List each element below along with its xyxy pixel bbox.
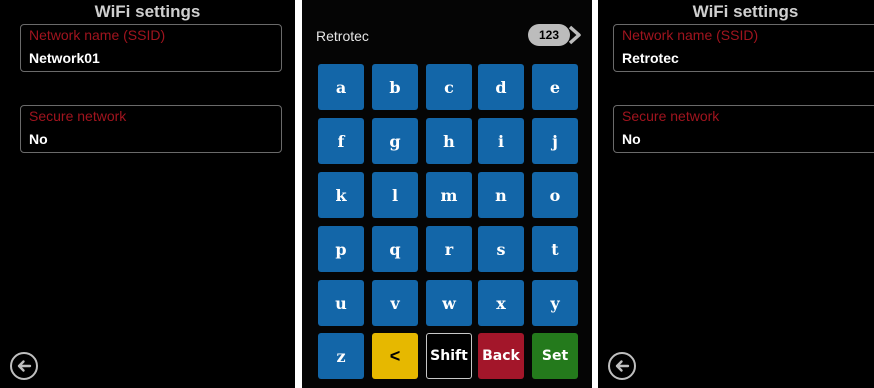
key-k[interactable]: k bbox=[318, 172, 364, 218]
wifi-settings-screen-before: WiFi settings Network name (SSID) Networ… bbox=[0, 0, 295, 388]
key-q[interactable]: q bbox=[372, 226, 418, 272]
back-button[interactable] bbox=[608, 352, 636, 380]
ssid-field[interactable]: Network name (SSID) Retrotec bbox=[613, 24, 874, 72]
arrow-left-circle-icon bbox=[615, 360, 630, 372]
screen-title: WiFi settings bbox=[94, 2, 201, 21]
key-o[interactable]: o bbox=[532, 172, 578, 218]
numeric-mode-toggle[interactable]: 123 bbox=[528, 24, 584, 46]
key-c[interactable]: c bbox=[426, 64, 472, 110]
shift-key[interactable]: Shift bbox=[426, 333, 472, 379]
back-key[interactable]: Back bbox=[478, 333, 524, 379]
secure-network-value: No bbox=[622, 131, 641, 147]
keyboard-screen: Retrotec 123 abcde fghij klmno pqrst uvwxy z… bbox=[302, 0, 592, 388]
ssid-label: Network name (SSID) bbox=[622, 27, 759, 43]
key-w[interactable]: w bbox=[426, 280, 472, 326]
key-p[interactable]: p bbox=[318, 226, 364, 272]
key-u[interactable]: u bbox=[318, 280, 364, 326]
arrow-left-circle-icon bbox=[17, 360, 32, 372]
wifi-settings-screen-after: WiFi settings Network name (SSID) Retrot… bbox=[598, 0, 874, 388]
key-y[interactable]: y bbox=[532, 280, 578, 326]
set-key[interactable]: Set bbox=[532, 333, 578, 379]
key-e[interactable]: e bbox=[532, 64, 578, 110]
key-l[interactable]: l bbox=[372, 172, 418, 218]
secure-network-field[interactable]: Secure network No bbox=[20, 105, 282, 153]
backspace-key[interactable]: < bbox=[372, 333, 418, 379]
key-v[interactable]: v bbox=[372, 280, 418, 326]
key-t[interactable]: t bbox=[532, 226, 578, 272]
key-d[interactable]: d bbox=[478, 64, 524, 110]
key-g[interactable]: g bbox=[372, 118, 418, 164]
key-s[interactable]: s bbox=[478, 226, 524, 272]
key-r[interactable]: r bbox=[426, 226, 472, 272]
key-h[interactable]: h bbox=[426, 118, 472, 164]
key-n[interactable]: n bbox=[478, 172, 524, 218]
screen-title: WiFi settings bbox=[692, 2, 799, 21]
key-j[interactable]: j bbox=[532, 118, 578, 164]
key-z[interactable]: z bbox=[318, 333, 364, 379]
ssid-field[interactable]: Network name (SSID) Network01 bbox=[20, 24, 282, 72]
secure-network-label: Secure network bbox=[29, 108, 127, 124]
ssid-value: Network01 bbox=[29, 50, 100, 66]
key-x[interactable]: x bbox=[478, 280, 524, 326]
secure-network-field[interactable]: Secure network No bbox=[613, 105, 874, 153]
secure-network-label: Secure network bbox=[622, 108, 720, 124]
key-b[interactable]: b bbox=[372, 64, 418, 110]
back-button[interactable] bbox=[10, 352, 38, 380]
chevron-right-icon bbox=[568, 25, 581, 45]
secure-network-value: No bbox=[29, 131, 48, 147]
ssid-value: Retrotec bbox=[622, 50, 679, 66]
entry-text: Retrotec bbox=[316, 28, 369, 44]
key-a[interactable]: a bbox=[318, 64, 364, 110]
key-m[interactable]: m bbox=[426, 172, 472, 218]
key-f[interactable]: f bbox=[318, 118, 364, 164]
key-i[interactable]: i bbox=[478, 118, 524, 164]
numeric-mode-label: 123 bbox=[528, 24, 570, 46]
ssid-label: Network name (SSID) bbox=[29, 27, 166, 43]
